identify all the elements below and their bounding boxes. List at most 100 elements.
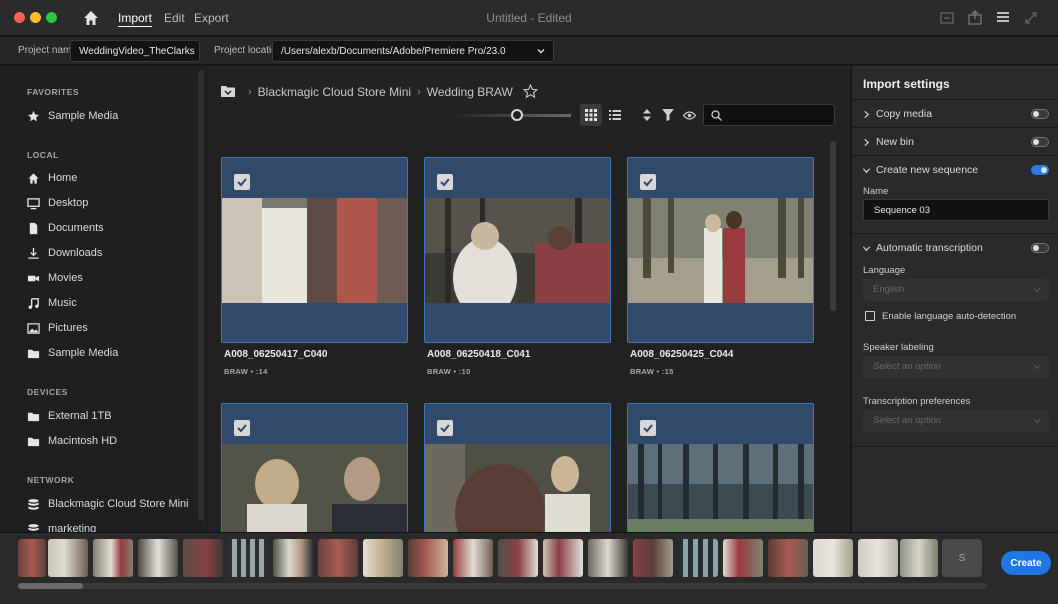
copy-media-label: Copy media — [876, 108, 933, 120]
new-bin-label: New bin — [876, 136, 914, 148]
project-name-field[interactable]: WeddingVideo_TheClarks — [70, 40, 200, 62]
close-window-button[interactable] — [14, 12, 25, 23]
sidebar-item-home[interactable]: Home — [27, 168, 77, 188]
sequence-name-input[interactable]: Sequence 03 — [863, 199, 1049, 221]
checkbox-checked[interactable] — [234, 174, 250, 190]
sidebar-item-blackmagic-cloud-store-mini[interactable]: Blackmagic Cloud Store Mini — [27, 494, 189, 514]
sidebar-scrollbar[interactable] — [198, 70, 204, 520]
tray-thumbnail[interactable] — [498, 539, 538, 577]
slider-handle[interactable] — [511, 109, 523, 121]
workspaces-icon[interactable] — [994, 9, 1012, 27]
tray-thumbnail[interactable] — [408, 539, 448, 577]
sidebar-item-pictures[interactable]: Pictures — [27, 318, 88, 338]
sidebar-item-movies[interactable]: Movies — [27, 268, 83, 288]
tray-thumbnail[interactable] — [633, 539, 673, 577]
tray-thumbnail[interactable] — [48, 539, 88, 577]
star-outline-icon[interactable] — [522, 84, 538, 99]
tab-export[interactable]: Export — [194, 11, 229, 25]
tray-thumbnail[interactable] — [900, 539, 938, 577]
speaker-labeling-select[interactable]: Select an option — [863, 356, 1049, 378]
sidebar-item-external-1tb[interactable]: External 1TB — [27, 406, 112, 426]
clip-card[interactable] — [221, 403, 408, 532]
tray-thumbnail[interactable] — [228, 539, 268, 577]
clip-card[interactable] — [424, 403, 611, 532]
tray-scrollbar-handle[interactable] — [18, 583, 83, 589]
tab-edit[interactable]: Edit — [164, 11, 185, 25]
zoom-window-button[interactable] — [46, 12, 57, 23]
fullscreen-icon[interactable] — [1022, 9, 1040, 27]
tray-thumbnail[interactable] — [18, 539, 46, 577]
filter-icon — [662, 109, 674, 121]
tray-thumbnail[interactable] — [138, 539, 178, 577]
copy-media-row[interactable]: Copy media — [852, 99, 1058, 127]
tray-thumbnail[interactable] — [858, 539, 898, 577]
search-icon — [711, 110, 722, 121]
tray-thumbnail[interactable] — [363, 539, 403, 577]
share-icon[interactable] — [966, 9, 984, 27]
tray-thumbnail[interactable] — [813, 539, 853, 577]
chevron-down-icon[interactable] — [536, 46, 546, 56]
tray-thumbnail[interactable] — [768, 539, 808, 577]
automatic-transcription-row[interactable]: Automatic transcription — [852, 233, 1058, 261]
tab-import[interactable]: Import — [118, 11, 152, 25]
search-input[interactable] — [703, 104, 835, 126]
chevron-down-icon — [1033, 365, 1041, 370]
chevron-down-icon[interactable] — [862, 244, 871, 253]
clip-card[interactable] — [221, 157, 408, 343]
minimize-window-button[interactable] — [30, 12, 41, 23]
checkbox-checked[interactable] — [234, 420, 250, 436]
checkbox-checked[interactable] — [640, 174, 656, 190]
auto-detect-checkbox[interactable] — [865, 311, 875, 321]
filter-button[interactable] — [657, 104, 679, 126]
quick-export-icon[interactable] — [938, 9, 956, 27]
tray-thumbnail[interactable] — [678, 539, 718, 577]
view-options-button[interactable] — [678, 104, 700, 126]
list-view-button[interactable] — [604, 104, 626, 126]
grid-view-button[interactable] — [580, 104, 602, 126]
sidebar-item-sample-media[interactable]: Sample Media — [27, 343, 118, 363]
sidebar-item-marketing[interactable]: marketing — [27, 519, 96, 532]
clip-card[interactable] — [424, 157, 611, 343]
auto-detect-label: Enable language auto-detection — [882, 311, 1017, 322]
sidebar-item-macintosh-hd[interactable]: Macintosh HD — [27, 431, 117, 451]
tray-thumbnail[interactable] — [183, 539, 223, 577]
tray-folder-item[interactable]: S — [942, 539, 982, 577]
chevron-right-icon[interactable] — [862, 138, 871, 147]
language-select[interactable]: English — [863, 279, 1049, 301]
create-sequence-toggle[interactable] — [1031, 165, 1049, 175]
transcription-prefs-select[interactable]: Select an option — [863, 410, 1049, 432]
tray-thumbnail[interactable] — [588, 539, 628, 577]
sidebar-item-downloads[interactable]: Downloads — [27, 243, 102, 263]
tray-thumbnail[interactable] — [93, 539, 133, 577]
clip-card[interactable] — [627, 157, 814, 343]
chevron-down-icon[interactable] — [862, 166, 871, 175]
new-bin-row[interactable]: New bin — [852, 127, 1058, 155]
chevron-right-icon[interactable] — [862, 110, 871, 119]
copy-media-toggle[interactable] — [1031, 109, 1049, 119]
tray-thumbnail[interactable] — [273, 539, 313, 577]
tray-scrollbar[interactable] — [18, 583, 987, 589]
tray-thumbnail[interactable] — [453, 539, 493, 577]
tray-thumbnail[interactable] — [543, 539, 583, 577]
sidebar-item-desktop[interactable]: Desktop — [27, 193, 88, 213]
automatic-transcription-toggle[interactable] — [1031, 243, 1049, 253]
folder-icon[interactable] — [220, 85, 236, 98]
breadcrumb-item-cloud-store[interactable]: Blackmagic Cloud Store Mini — [258, 85, 411, 99]
create-button[interactable]: Create — [1001, 551, 1051, 575]
tray-thumbnail[interactable] — [723, 539, 763, 577]
checkbox-checked[interactable] — [437, 420, 453, 436]
sidebar-item-sample-media-favorite[interactable]: Sample Media — [27, 106, 118, 126]
checkbox-checked[interactable] — [437, 174, 453, 190]
sidebar-item-music[interactable]: Music — [27, 293, 77, 313]
sort-button[interactable] — [636, 104, 658, 126]
browser-scrollbar[interactable] — [830, 141, 836, 311]
breadcrumb-item-wedding-braw[interactable]: Wedding BRAW — [427, 85, 513, 99]
project-location-field[interactable]: /Users/alexb/Documents/Adobe/Premiere Pr… — [272, 40, 554, 62]
sidebar-item-documents[interactable]: Documents — [27, 218, 104, 238]
clip-card[interactable] — [627, 403, 814, 532]
sequence-name-label: Name — [863, 186, 889, 197]
checkbox-checked[interactable] — [640, 420, 656, 436]
new-bin-toggle[interactable] — [1031, 137, 1049, 147]
home-icon[interactable] — [82, 9, 100, 27]
tray-thumbnail[interactable] — [318, 539, 358, 577]
